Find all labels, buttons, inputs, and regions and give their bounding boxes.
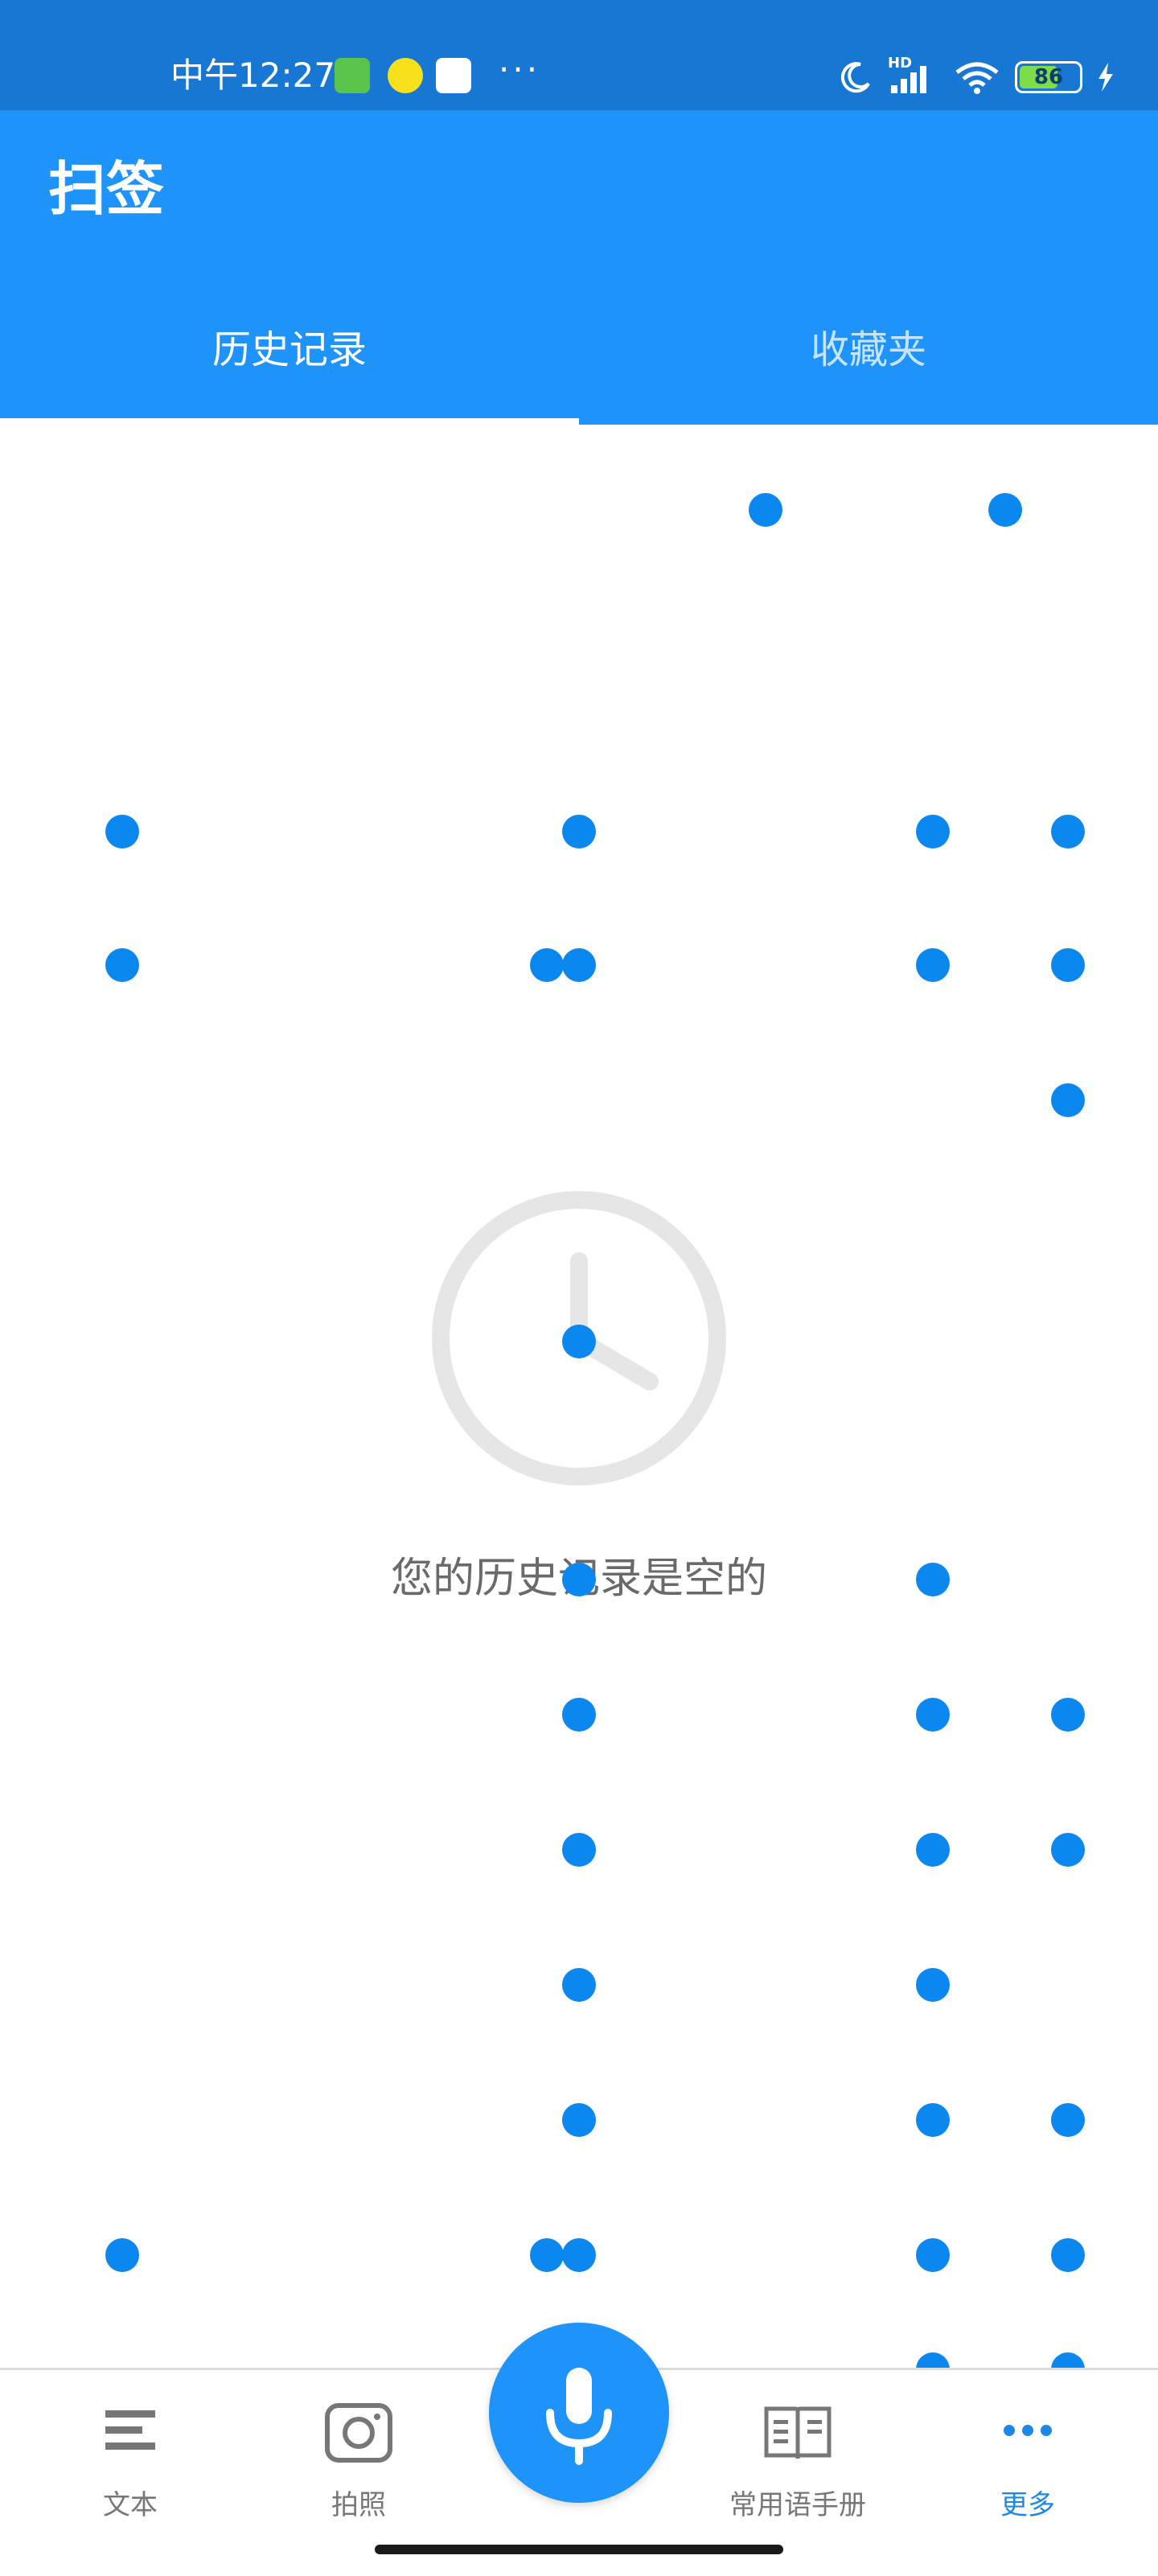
overlay-dot <box>916 1833 950 1867</box>
overlay-dot <box>562 1833 596 1867</box>
nav-phrasebook[interactable]: 常用语手册 <box>717 2402 878 2521</box>
do-not-disturb-moon-icon <box>840 62 870 93</box>
overlay-dot <box>562 948 596 982</box>
overlay-dot <box>1051 2238 1085 2272</box>
nav-more[interactable]: 更多 <box>947 2402 1108 2521</box>
overlay-dot <box>749 493 782 527</box>
overlay-dot <box>562 1563 596 1596</box>
overlay-dot <box>105 948 139 982</box>
overlay-dot <box>1051 1083 1085 1117</box>
charging-bolt-icon <box>1098 63 1113 92</box>
home-indicator <box>375 2545 783 2554</box>
overlay-dot <box>530 948 564 982</box>
overlay-dot <box>562 1325 596 1358</box>
notification-mail-icon <box>436 58 471 93</box>
overlay-dot <box>916 1968 950 2002</box>
status-bar: 中午12:27 ··· HD 86 <box>0 0 1158 110</box>
microphone-icon <box>546 2368 612 2465</box>
overlay-dot <box>1051 1833 1085 1867</box>
overlay-dot <box>916 2103 950 2137</box>
tab-history[interactable]: 历史记录 <box>0 267 579 425</box>
battery-indicator: 86 <box>1015 61 1082 93</box>
app-bar: 扫签 <box>0 110 1158 267</box>
overlay-dot <box>1051 2103 1085 2137</box>
overlay-dot <box>562 815 596 848</box>
overlay-dot <box>562 2103 596 2137</box>
tab-bar: 历史记录 收藏夹 <box>0 267 1158 425</box>
overlay-dot <box>562 1698 596 1732</box>
overlay-dot <box>1051 1698 1085 1732</box>
overlay-dot <box>1051 815 1085 848</box>
more-dots-icon <box>1004 2425 1052 2436</box>
nav-text[interactable]: 文本 <box>50 2402 211 2521</box>
overlay-dot <box>916 1698 950 1732</box>
overlay-dot <box>916 1563 950 1596</box>
text-lines-icon <box>105 2410 155 2450</box>
nav-phrasebook-label: 常用语手册 <box>729 2489 866 2521</box>
nav-camera-label: 拍照 <box>331 2489 386 2521</box>
overlay-dot <box>916 2238 950 2272</box>
overlay-dot <box>1051 948 1085 982</box>
more-notifications-icon: ··· <box>499 50 541 89</box>
overlay-dot <box>916 815 950 848</box>
phrasebook-icon <box>764 2406 832 2459</box>
overlay-dot <box>562 1968 596 2002</box>
cellular-signal-icon: HD <box>888 55 939 95</box>
nav-camera[interactable]: 拍照 <box>278 2402 439 2521</box>
nav-text-label: 文本 <box>103 2489 158 2521</box>
tab-favorites[interactable]: 收藏夹 <box>579 267 1158 425</box>
nav-more-label: 更多 <box>1000 2489 1055 2521</box>
microphone-button[interactable] <box>489 2323 669 2503</box>
overlay-dot <box>530 2238 564 2272</box>
battery-level: 86 <box>1033 65 1064 89</box>
notification-emoji-icon <box>388 58 423 93</box>
status-time: 中午12:27 <box>170 55 336 95</box>
overlay-dot <box>105 815 139 848</box>
overlay-dot <box>562 2238 596 2272</box>
overlay-dot <box>105 2238 139 2272</box>
notification-app-icon <box>335 58 370 93</box>
overlay-dot <box>988 493 1022 527</box>
tab-active-indicator <box>0 418 579 425</box>
wifi-icon <box>955 62 999 94</box>
overlay-dot <box>916 948 950 982</box>
app-title: 扫签 <box>48 155 165 223</box>
camera-icon <box>325 2403 392 2463</box>
